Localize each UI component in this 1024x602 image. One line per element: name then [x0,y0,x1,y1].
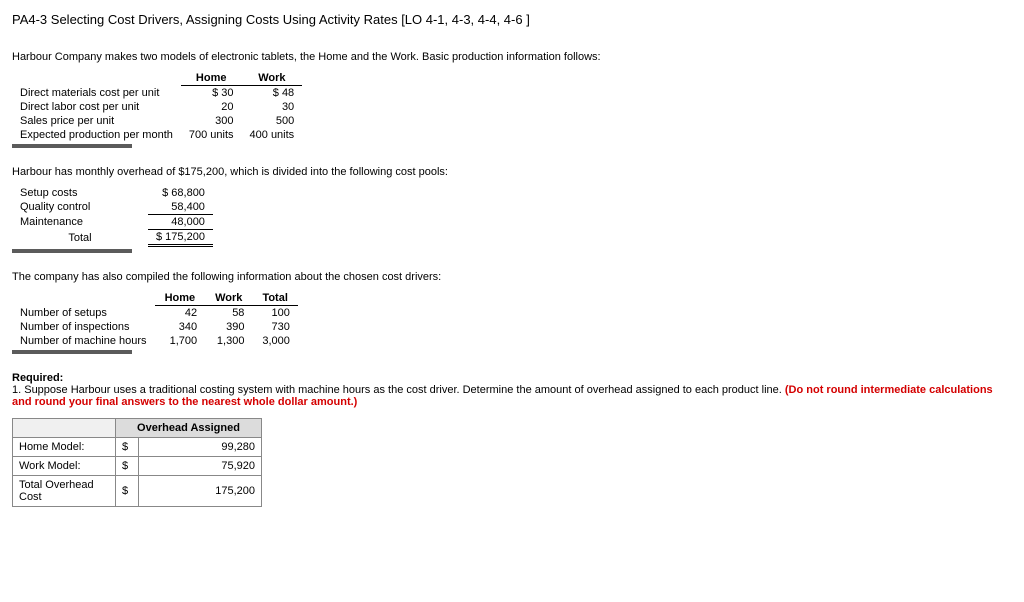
drivers-table: Home Work Total Number of setups 42 58 1… [12,291,298,348]
intro-text: Harbour Company makes two models of elec… [12,51,1012,63]
col-work: Work [205,291,252,306]
table-row: Sales price per unit 300 500 [12,114,302,128]
work-overhead-input[interactable]: 75,920 [139,457,262,476]
table-row: Total $ 175,200 [12,230,213,246]
home-overhead-input[interactable]: 99,280 [139,438,262,457]
table-row: Total Overhead Cost $ 175,200 [13,476,262,507]
table-row: Expected production per month 700 units … [12,128,302,142]
table-row: Direct materials cost per unit $ 30 $ 48 [12,86,302,101]
cost-pool-table: Setup costs $ 68,800 Quality control 58,… [12,186,213,247]
col-total: Total [252,291,297,306]
table-row: Setup costs $ 68,800 [12,186,213,200]
table-row: Maintenance 48,000 [12,215,213,230]
tab-handle-icon [12,144,132,148]
tab-handle-icon [12,350,132,354]
col-work: Work [242,71,303,86]
table-row: Number of machine hours 1,700 1,300 3,00… [12,334,298,348]
col-home: Home [181,71,242,86]
drivers-intro: The company has also compiled the follow… [12,271,1012,283]
table-row: Number of inspections 340 390 730 [12,320,298,334]
total-overhead-value: 175,200 [139,476,262,507]
table-row: Number of setups 42 58 100 [12,306,298,321]
required-label: Required: [12,372,63,384]
table-row: Home Model: $ 99,280 [13,438,262,457]
tab-handle-icon [12,249,132,253]
table-row: Direct labor cost per unit 20 30 [12,100,302,114]
production-table: Home Work Direct materials cost per unit… [12,71,302,142]
overhead-intro: Harbour has monthly overhead of $175,200… [12,166,1012,178]
required-text: 1. Suppose Harbour uses a traditional co… [12,384,785,396]
table-row: Quality control 58,400 [12,200,213,215]
table-row: Work Model: $ 75,920 [13,457,262,476]
answer-table: Overhead Assigned Home Model: $ 99,280 W… [12,418,262,507]
page-title: PA4-3 Selecting Cost Drivers, Assigning … [12,12,1012,27]
col-home: Home [155,291,206,306]
answer-header: Overhead Assigned [116,419,262,438]
